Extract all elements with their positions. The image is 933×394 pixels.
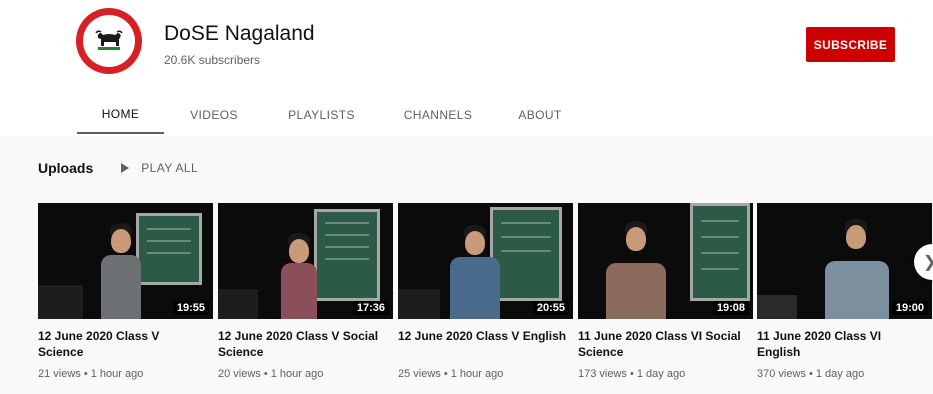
video-meta: 20 views • 1 hour ago — [218, 368, 324, 380]
chalkboard — [690, 203, 750, 301]
desk — [757, 295, 797, 319]
video-card[interactable]: 20:55 12 June 2020 Class V English 25 vi… — [398, 203, 573, 380]
teacher-figure — [96, 219, 146, 319]
video-title[interactable]: 11 June 2020 Class VI Social Science — [578, 328, 748, 360]
channel-header: DoSE Nagaland 20.6K subscribers SUBSCRIB… — [0, 0, 933, 136]
video-duration: 19:08 — [712, 301, 749, 315]
tab-home[interactable]: HOME — [77, 96, 164, 134]
desk — [398, 289, 440, 319]
video-thumbnail[interactable]: 19:08 — [578, 203, 753, 319]
uploads-shelf-header: Uploads PLAY ALL — [38, 160, 198, 176]
play-all-button[interactable]: PLAY ALL — [121, 161, 198, 175]
tab-channels[interactable]: CHANNELS — [379, 96, 497, 134]
video-thumbnail[interactable]: 19:00 — [757, 203, 932, 319]
video-title[interactable]: 12 June 2020 Class V English — [398, 328, 568, 344]
video-meta: 21 views • 1 hour ago — [38, 368, 144, 380]
video-thumbnail[interactable]: 19:55 — [38, 203, 213, 319]
teacher-figure — [276, 231, 322, 319]
play-icon — [121, 163, 130, 173]
video-thumbnail[interactable]: 20:55 — [398, 203, 573, 319]
video-duration: 17:36 — [352, 301, 389, 315]
subscriber-count: 20.6K subscribers — [164, 53, 261, 67]
channel-avatar[interactable] — [76, 8, 142, 74]
teacher-figure — [819, 215, 895, 319]
mithun-icon — [95, 30, 123, 50]
tab-playlists[interactable]: PLAYLISTS — [264, 96, 379, 134]
play-all-label: PLAY ALL — [141, 161, 199, 175]
video-title[interactable]: 11 June 2020 Class VI English — [757, 328, 927, 360]
tab-about[interactable]: ABOUT — [497, 96, 583, 134]
channel-tabs: HOME VIDEOS PLAYLISTS CHANNELS ABOUT — [77, 96, 583, 136]
desk — [218, 289, 258, 319]
avatar-emblem — [83, 15, 135, 67]
uploads-title[interactable]: Uploads — [38, 160, 93, 176]
chalkboard — [314, 209, 380, 301]
video-card[interactable]: 17:36 12 June 2020 Class V Social Scienc… — [218, 203, 393, 380]
video-duration: 19:00 — [891, 301, 928, 315]
video-title[interactable]: 12 June 2020 Class V Social Science — [218, 328, 388, 360]
channel-name: DoSE Nagaland — [164, 22, 315, 45]
video-title[interactable]: 12 June 2020 Class V Science — [38, 328, 208, 360]
chevron-right-icon: ❯ — [923, 252, 933, 272]
teacher-figure — [600, 217, 672, 319]
video-duration: 19:55 — [172, 301, 209, 315]
tab-videos[interactable]: VIDEOS — [164, 96, 264, 134]
teacher-figure — [446, 223, 504, 319]
video-meta: 370 views • 1 day ago — [757, 368, 865, 380]
video-thumbnail[interactable]: 17:36 — [218, 203, 393, 319]
video-meta: 173 views • 1 day ago — [578, 368, 686, 380]
video-card[interactable]: 19:00 11 June 2020 Class VI English 370 … — [757, 203, 932, 380]
youtube-channel-page: DoSE Nagaland 20.6K subscribers SUBSCRIB… — [0, 0, 933, 394]
desk — [38, 285, 83, 319]
video-card[interactable]: 19:55 12 June 2020 Class V Science 21 vi… — [38, 203, 213, 380]
subscribe-button[interactable]: SUBSCRIBE — [806, 27, 895, 62]
video-duration: 20:55 — [532, 301, 569, 315]
video-card[interactable]: 19:08 11 June 2020 Class VI Social Scien… — [578, 203, 753, 380]
video-meta: 25 views • 1 hour ago — [398, 368, 504, 380]
